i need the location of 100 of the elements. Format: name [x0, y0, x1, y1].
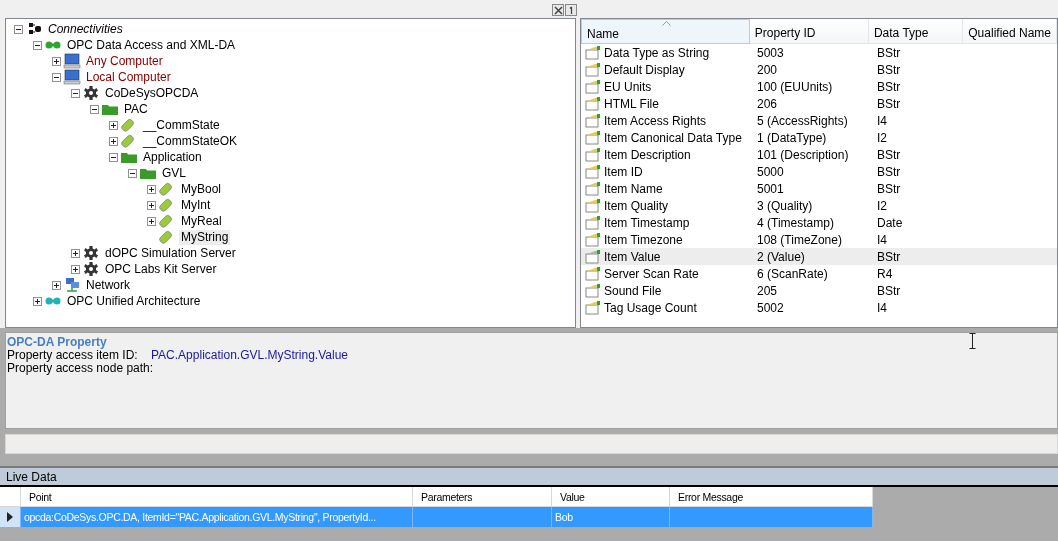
- pane-layout-button[interactable]: [565, 4, 577, 16]
- property-id: 5 (AccessRights): [757, 113, 848, 128]
- tree-item[interactable]: CoDeSysOPCDA: [103, 85, 201, 101]
- property-row[interactable]: EU Units 100 (EUUnits) BStr: [581, 78, 1057, 95]
- expander-icon[interactable]: [52, 72, 61, 82]
- close-icon: [553, 5, 563, 15]
- property-id: 100 (EUUnits): [757, 79, 833, 94]
- column-header[interactable]: Qualified Name: [963, 19, 1057, 44]
- value-cell: Bob: [555, 511, 573, 523]
- data-type: R4: [877, 266, 893, 281]
- column-header[interactable]: Data Type: [868, 19, 964, 44]
- property-name: Item Name: [604, 181, 663, 196]
- property-name: Item Timezone: [604, 232, 683, 247]
- computer-icon: [63, 69, 81, 85]
- column-header[interactable]: Name: [581, 19, 750, 44]
- property-row[interactable]: HTML File 206 BStr: [581, 95, 1057, 112]
- property-name: Default Display: [604, 62, 685, 77]
- column-header[interactable]: Property ID: [749, 19, 869, 44]
- property-row[interactable]: Item Description 101 (Description) BStr: [581, 146, 1057, 163]
- gear-icon: [82, 245, 100, 261]
- tree-item[interactable]: Local Computer: [84, 69, 173, 85]
- point-cell: opcda:CoDeSys.OPC.DA, ItemId="PAC.Application.GVL.MyString", PropertyId...: [24, 511, 376, 523]
- details-title: OPC-DA Property: [7, 335, 107, 349]
- tree-item[interactable]: MyBool: [179, 181, 223, 197]
- property-row[interactable]: Item Access Rights 5 (AccessRights) I4: [581, 112, 1057, 129]
- property-icon: [585, 181, 601, 196]
- tree-item[interactable]: __CommState: [141, 117, 222, 133]
- close-pane-button[interactable]: [552, 4, 564, 16]
- expander-icon[interactable]: [147, 200, 156, 210]
- tree-item[interactable]: Connectivities: [46, 21, 125, 37]
- expander-icon[interactable]: [128, 168, 137, 178]
- tree-item[interactable]: Network: [84, 277, 132, 293]
- property-icon: [585, 45, 601, 60]
- property-row[interactable]: Item Value 2 (Value) BStr: [581, 248, 1057, 265]
- property-row[interactable]: Tag Usage Count 5002 I4: [581, 299, 1057, 316]
- property-row[interactable]: Item Name 5001 BStr: [581, 180, 1057, 197]
- gear-icon: [82, 85, 100, 101]
- expander-icon[interactable]: [109, 152, 118, 162]
- text-cursor-icon: [969, 333, 976, 349]
- expander-icon[interactable]: [71, 264, 80, 274]
- property-row[interactable]: Server Scan Rate 6 (ScanRate) R4: [581, 265, 1057, 282]
- property-id: 108 (TimeZone): [757, 232, 842, 247]
- expander-icon[interactable]: [90, 104, 99, 114]
- property-icon: [585, 232, 601, 247]
- data-type: I4: [877, 300, 887, 315]
- property-icon: [585, 198, 601, 213]
- computer-icon: [63, 53, 81, 69]
- data-type: BStr: [877, 181, 901, 196]
- property-name: Item Access Rights: [604, 113, 707, 128]
- property-icon: [585, 62, 601, 77]
- tree-item[interactable]: OPC Unified Architecture: [65, 293, 203, 309]
- property-row[interactable]: Data Type as String 5003 BStr: [581, 44, 1057, 61]
- property-row[interactable]: Sound File 205 BStr: [581, 282, 1057, 299]
- property-icon: [585, 130, 601, 145]
- expander-icon[interactable]: [71, 248, 80, 258]
- property-row[interactable]: Item Quality 3 (Quality) I2: [581, 197, 1057, 214]
- expander-icon[interactable]: [33, 296, 42, 306]
- property-row[interactable]: Item Timestamp 4 (Timestamp) Date: [581, 214, 1057, 231]
- data-type: I4: [877, 232, 887, 247]
- tree-item[interactable]: MyReal: [179, 213, 224, 229]
- property-name: Item Canonical Data Type: [604, 130, 742, 145]
- property-row[interactable]: Item Timezone 108 (TimeZone) I4: [581, 231, 1057, 248]
- property-icon: [585, 249, 601, 264]
- property-name: Item ID: [604, 164, 643, 179]
- tree-item[interactable]: OPC Labs Kit Server: [103, 261, 219, 277]
- expander-icon[interactable]: [52, 280, 61, 290]
- current-row-icon: [7, 512, 13, 522]
- tree-item[interactable]: __CommStateOK: [141, 133, 240, 149]
- expander-icon[interactable]: [14, 24, 23, 34]
- data-type: I4: [877, 113, 887, 128]
- tree-item[interactable]: MyString: [179, 229, 231, 245]
- property-id: 206: [757, 96, 778, 111]
- property-icon: [585, 113, 601, 128]
- tree-item[interactable]: Any Computer: [84, 53, 165, 69]
- property-icon: [585, 215, 601, 230]
- expander-icon[interactable]: [109, 120, 118, 130]
- data-type: BStr: [877, 164, 901, 179]
- property-name: EU Units: [604, 79, 652, 94]
- gear-icon: [82, 261, 100, 277]
- property-id: 5000: [757, 164, 784, 179]
- field-value: PAC.Application.GVL.MyString.Value: [151, 349, 348, 362]
- expander-icon[interactable]: [147, 216, 156, 226]
- property-id: 5002: [757, 300, 784, 315]
- tree-item[interactable]: dOPC Simulation Server: [103, 245, 238, 261]
- expander-icon[interactable]: [71, 88, 80, 98]
- tree-item[interactable]: OPC Data Access and XML-DA: [65, 37, 238, 53]
- property-row[interactable]: Item Canonical Data Type 1 (DataType) I2: [581, 129, 1057, 146]
- data-type: BStr: [877, 45, 901, 60]
- expander-icon[interactable]: [52, 56, 61, 66]
- expander-icon[interactable]: [109, 136, 118, 146]
- panel-title: Live Data: [6, 469, 57, 484]
- expander-icon[interactable]: [33, 40, 42, 50]
- property-row[interactable]: Item ID 5000 BStr: [581, 163, 1057, 180]
- property-icon: [585, 96, 601, 111]
- tree-item[interactable]: PAC: [122, 101, 150, 117]
- tree-item[interactable]: GVL: [160, 165, 188, 181]
- expander-icon[interactable]: [147, 184, 156, 194]
- property-row[interactable]: Default Display 200 BStr: [581, 61, 1057, 78]
- tree-item[interactable]: Application: [141, 149, 204, 165]
- tree-item[interactable]: MyInt: [179, 197, 213, 213]
